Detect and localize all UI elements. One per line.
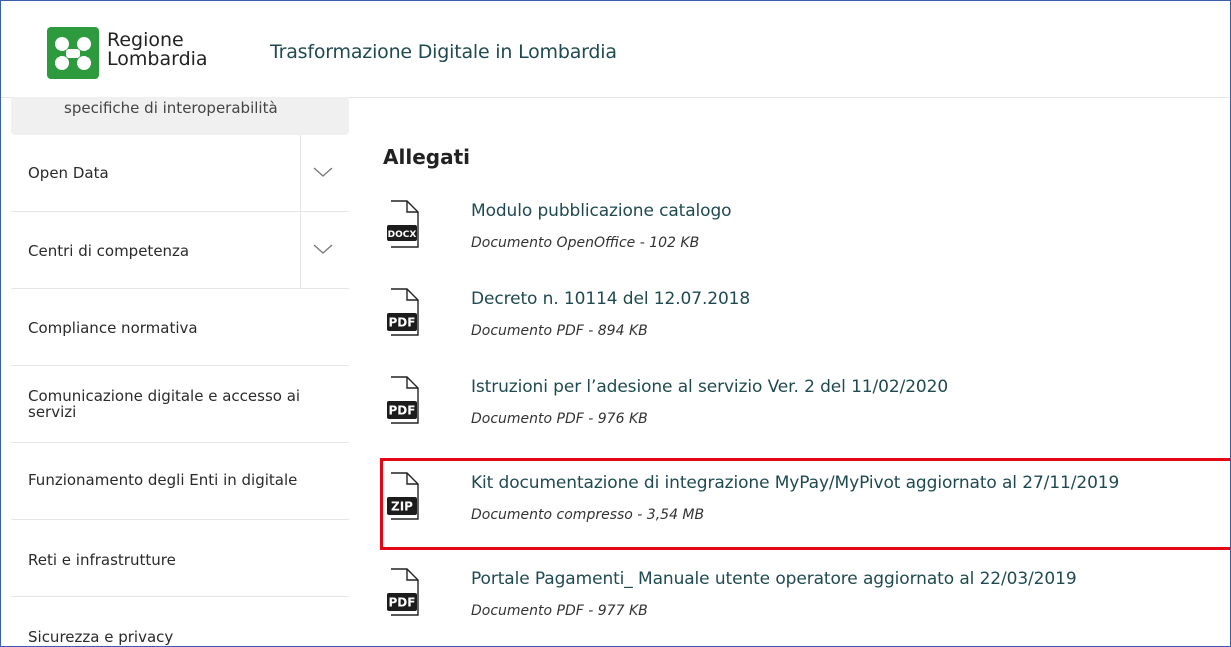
regione-lombardia-logo-icon[interactable] <box>47 27 99 79</box>
sidebar-item-comunicazione-digitale[interactable]: Comunicazione digitale e accesso ai serv… <box>11 366 349 443</box>
attachment-link[interactable]: Modulo pubblicazione catalogo <box>471 201 732 221</box>
attachment-meta: Documento PDF - 894 KB <box>471 323 648 339</box>
sidebar-item-reti-infrastrutture[interactable]: Reti e infrastrutture <box>11 520 349 597</box>
logo-line-lombardia: Lombardia <box>107 48 208 70</box>
sidebar-item-centri-di-competenza[interactable]: Centri di competenza <box>11 212 349 289</box>
highlight-box <box>380 458 1230 550</box>
chevron-down-icon <box>313 167 333 177</box>
svg-text:PDF: PDF <box>389 404 416 418</box>
section-title-allegati: Allegati <box>383 145 470 169</box>
sidebar-item-funzionamento-enti[interactable]: Funzionamento degli Enti in digitale <box>11 443 349 520</box>
browser-viewport: Regione Lombardia Trasformazione Digital… <box>0 0 1231 647</box>
attachment-link[interactable]: Decreto n. 10114 del 12.07.2018 <box>471 289 750 309</box>
logo-wordmark[interactable]: Regione Lombardia <box>107 31 208 69</box>
sidebar-item-label: Open Data <box>28 164 109 182</box>
site-title[interactable]: Trasformazione Digitale in Lombardia <box>270 41 617 63</box>
attachment-item[interactable]: PDF Decreto n. 10114 del 12.07.2018 Docu… <box>383 287 1223 367</box>
sidebar-item-label: Sicurezza e privacy <box>28 628 174 646</box>
sidebar-item-interoperabilita[interactable]: specifiche di interoperabilità <box>11 97 349 135</box>
svg-text:PDF: PDF <box>389 316 416 330</box>
sidebar-item-label: Reti e infrastrutture <box>28 551 176 569</box>
chevron-down-icon <box>313 244 333 254</box>
attachment-link[interactable]: Portale Pagamenti_ Manuale utente operat… <box>471 569 1077 589</box>
attachment-item[interactable]: DOCX Modulo pubblicazione catalogo Docum… <box>383 199 1223 279</box>
attachment-meta: Documento PDF - 976 KB <box>471 411 648 427</box>
sidebar-item-compliance-normativa[interactable]: Compliance normativa <box>11 289 349 366</box>
expand-toggle[interactable] <box>300 212 349 288</box>
sidebar-item-label: Centri di competenza <box>28 242 190 260</box>
sidebar-item-label: specifiche di interoperabilità <box>64 99 278 117</box>
sidebar-item-sicurezza-privacy[interactable]: Sicurezza e privacy <box>11 597 349 646</box>
pdf-file-icon: PDF <box>387 568 419 616</box>
sidebar-item-open-data[interactable]: Open Data <box>11 135 349 212</box>
pdf-file-icon: PDF <box>387 288 419 336</box>
docx-file-icon: DOCX <box>387 200 419 248</box>
attachment-item[interactable]: PDF Portale Pagamenti_ Manuale utente op… <box>383 567 1223 646</box>
attachment-meta: Documento PDF - 977 KB <box>471 603 648 619</box>
attachment-meta: Documento OpenOffice - 102 KB <box>471 235 700 251</box>
sidebar-nav: specifiche di interoperabilità Open Data… <box>11 97 349 646</box>
svg-text:DOCX: DOCX <box>388 230 417 240</box>
pdf-file-icon: PDF <box>387 376 419 424</box>
sidebar-item-label: Comunicazione digitale e accesso ai serv… <box>28 387 301 421</box>
sidebar-item-label: Compliance normativa <box>28 319 198 337</box>
attachment-item[interactable]: PDF Istruzioni per l’adesione al servizi… <box>383 375 1223 455</box>
expand-toggle[interactable] <box>300 135 349 211</box>
svg-text:PDF: PDF <box>389 596 416 610</box>
sidebar-item-label: Funzionamento degli Enti in digitale <box>28 471 298 489</box>
site-header: Regione Lombardia Trasformazione Digital… <box>1 1 1230 98</box>
attachment-link[interactable]: Istruzioni per l’adesione al servizio Ve… <box>471 377 948 397</box>
